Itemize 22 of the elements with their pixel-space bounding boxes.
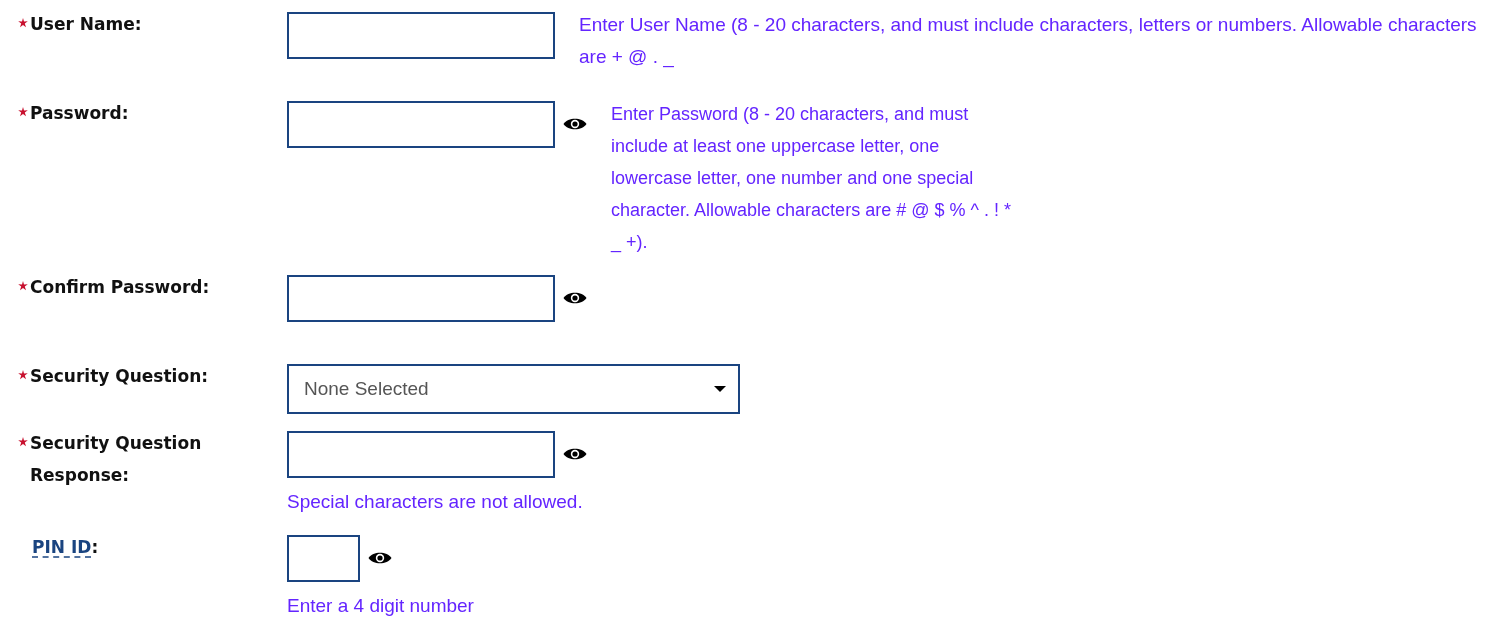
eye-icon[interactable] <box>368 550 392 566</box>
field-label: Password: <box>30 102 130 125</box>
hint-text: Enter User Name (8 - 20 characters, and must include characters, letters or numbers. Allowable characters are + @ . _ <box>579 13 1478 70</box>
hint-text: Special characters are not allowed. <box>287 490 584 514</box>
abbreviation-link[interactable]: PIN ID <box>32 531 92 563</box>
eye-icon[interactable] <box>563 116 587 132</box>
field-label: Confirm Password: <box>30 276 211 299</box>
input-field[interactable] <box>287 535 360 582</box>
eye-icon[interactable] <box>563 290 587 306</box>
security-question-dropdown[interactable]: None Selected <box>287 364 740 414</box>
caret-icon <box>714 386 726 392</box>
hint-text: Enter Password (8 - 20 characters, and must include at least one uppercase letter, one lowercase letter, one number and one special character. Allowable characters are # @ $ % ^ . ! * _ +). <box>611 103 1012 255</box>
field-label: User Name: <box>30 13 143 36</box>
label-colon: : <box>91 536 99 559</box>
eye-icon[interactable] <box>563 446 587 462</box>
input-field[interactable] <box>287 12 555 59</box>
hint-text: Enter a 4 digit number <box>287 594 475 618</box>
input-field[interactable] <box>287 431 555 478</box>
input-field[interactable] <box>287 101 555 148</box>
input-field[interactable] <box>287 275 555 322</box>
field-label: Security Question Response: <box>30 432 203 487</box>
field-label: Security Question: <box>30 365 210 388</box>
